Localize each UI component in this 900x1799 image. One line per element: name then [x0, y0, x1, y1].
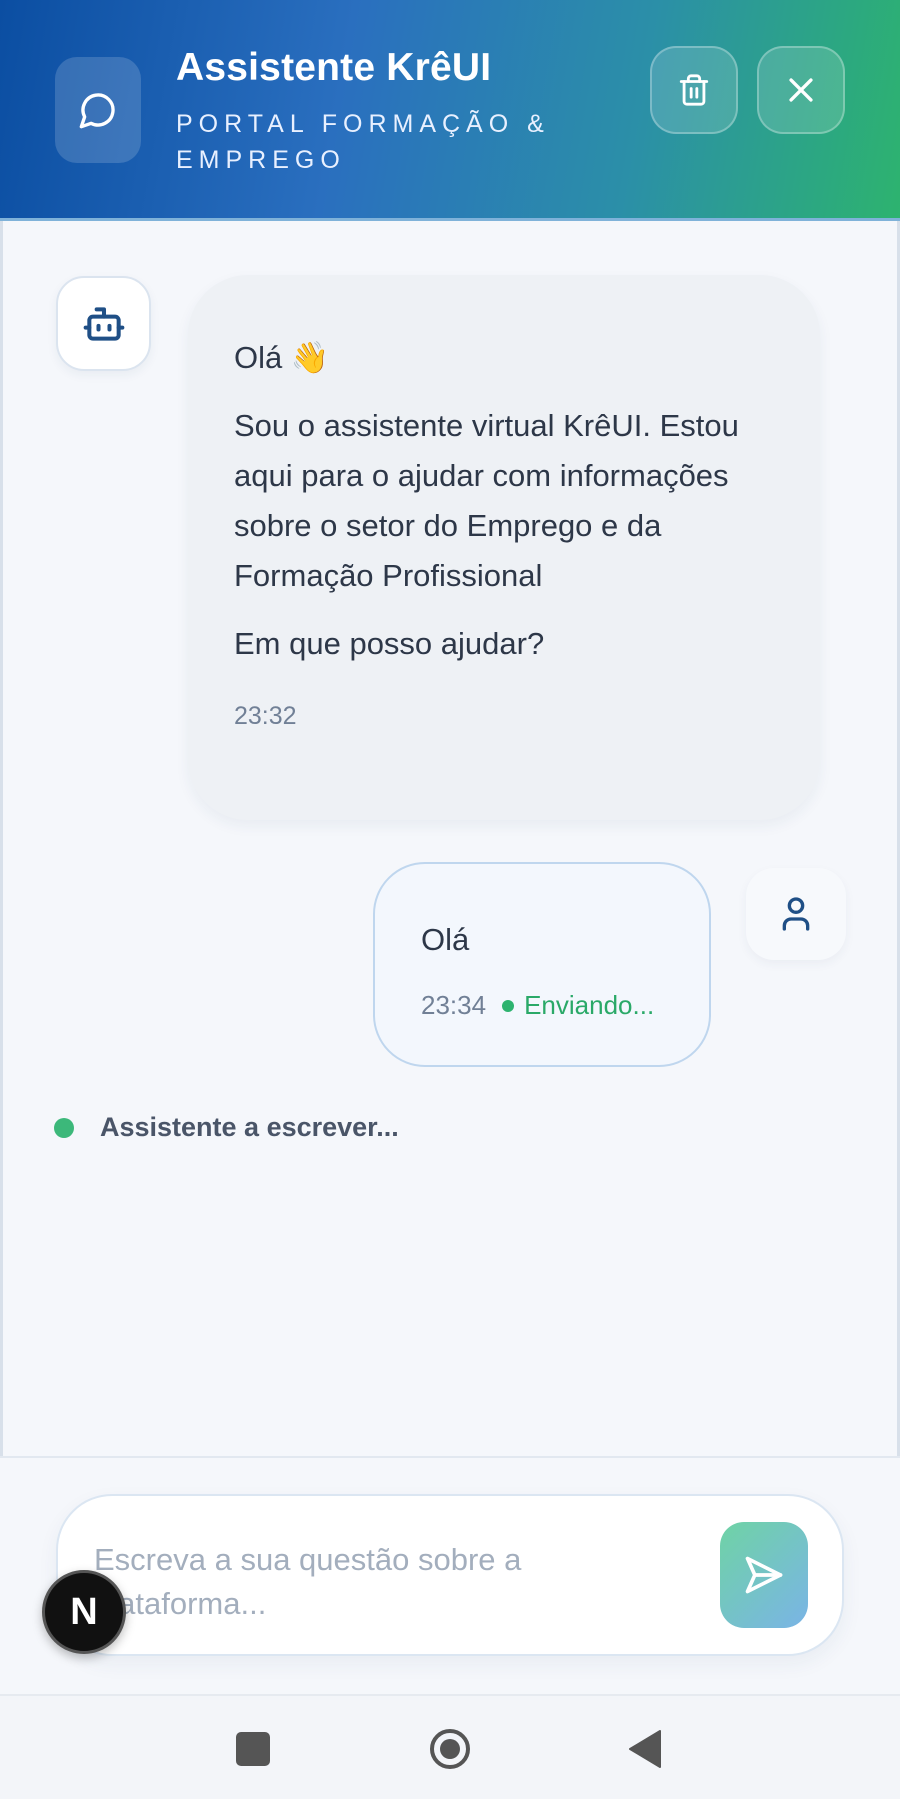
bot-question: Em que posso ajudar? [234, 626, 545, 661]
user-icon [782, 897, 810, 931]
dev-overlay-badge[interactable]: N [42, 1570, 126, 1654]
user-avatar [746, 868, 846, 960]
bot-avatar [56, 276, 151, 371]
status-dot [502, 999, 515, 1012]
user-message-time: 23:34 [421, 990, 487, 1020]
close-icon [789, 78, 813, 102]
typing-text: Assistente a escrever... [100, 1112, 399, 1142]
home-button[interactable] [428, 1727, 472, 1771]
bot-message-time: 23:32 [234, 702, 297, 730]
chat-header: Assistente KrêUI PORTAL FORMAÇÃO & EMPRE… [0, 0, 900, 221]
typing-dot [54, 1117, 74, 1138]
user-message-text: Olá [421, 922, 470, 957]
bot-greeting: Olá 👋 [234, 340, 330, 375]
send-button[interactable] [720, 1522, 808, 1628]
bot-message-bubble: Olá 👋 Sou o assistente virtual KrêUI. Es… [188, 275, 820, 820]
home-circle-icon [430, 1729, 470, 1769]
user-message-meta: 23:34 Enviando... [421, 990, 709, 1021]
recent-apps-button[interactable] [236, 1732, 270, 1766]
system-nav-bar [0, 1694, 900, 1799]
robot-icon [83, 306, 124, 341]
user-message-bubble: Olá 23:34 Enviando... [373, 862, 711, 1067]
close-chat-button[interactable] [757, 46, 845, 134]
back-triangle-icon [629, 1730, 661, 1768]
send-icon [745, 1556, 783, 1594]
message-input[interactable] [94, 1538, 654, 1628]
chat-bubble-icon [55, 57, 141, 163]
back-button[interactable] [628, 1729, 662, 1769]
clear-chat-button[interactable] [650, 46, 738, 134]
typing-indicator: Assistente a escrever... [54, 1112, 399, 1143]
chat-subtitle: PORTAL FORMAÇÃO & EMPREGO [176, 110, 550, 174]
chat-title: Assistente KrêUI [176, 46, 492, 89]
message-composer [56, 1494, 844, 1656]
bot-intro: Sou o assistente virtual KrêUI. Estou aq… [234, 408, 739, 593]
trash-icon [679, 74, 709, 106]
message-status: Enviando... [524, 990, 655, 1020]
